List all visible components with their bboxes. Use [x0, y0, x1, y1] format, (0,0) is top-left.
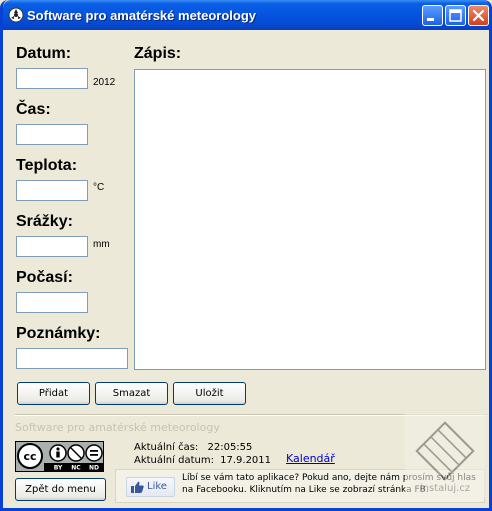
cas-label: Čas: [16, 101, 51, 118]
current-time-row: Aktuální čas: 22:05:55 [134, 442, 252, 453]
instaluj-watermark-icon: instaluj.cz [405, 413, 485, 497]
teplota-input[interactable] [16, 180, 88, 201]
teplota-label: Teplota: [16, 157, 78, 174]
current-time-value: 22:05:55 [207, 442, 253, 453]
app-window: Software pro amatérské meteorology Datum… [0, 0, 492, 511]
cc-license-icon: cc BY NC ND [16, 442, 103, 472]
calendar-link[interactable]: Kalendář [286, 452, 335, 465]
poznamky-input[interactable] [16, 348, 128, 369]
pridat-button[interactable]: Přidat [17, 382, 90, 405]
window-title: Software pro amatérské meteorology [27, 8, 257, 23]
datum-input[interactable] [16, 68, 88, 89]
ulozit-button[interactable]: Uložit [173, 382, 246, 405]
minimize-icon [427, 18, 434, 21]
srazky-label: Srážky: [16, 213, 73, 230]
close-icon [472, 9, 485, 22]
title-bar[interactable]: Software pro amatérské meteorology [3, 0, 489, 30]
pocasi-input[interactable] [16, 292, 88, 313]
facebook-like-button[interactable]: Like [126, 477, 175, 497]
zapis-textarea[interactable] [134, 69, 486, 370]
srazky-input[interactable] [16, 236, 88, 257]
watermark-text: instaluj.cz [420, 483, 470, 494]
weather-app-icon [8, 7, 24, 23]
creative-commons-license-logo[interactable]: cc BY NC ND [15, 441, 104, 472]
back-to-menu-button[interactable]: Zpět do menu [15, 478, 106, 501]
current-date-row: Aktuální datum: 17.9.2011 [134, 455, 271, 466]
cc-badge-by: BY [54, 465, 63, 472]
maximize-icon [449, 9, 462, 22]
minimize-button[interactable] [422, 5, 443, 26]
thumbs-up-icon [131, 481, 144, 493]
cc-main-mark: cc [23, 450, 36, 463]
current-date-value: 17.9.2011 [220, 455, 272, 466]
close-button[interactable] [468, 5, 489, 26]
current-time-label: Aktuální čas: [134, 442, 199, 453]
cas-input[interactable] [16, 124, 88, 145]
smazat-button[interactable]: Smazat [95, 382, 168, 405]
poznamky-label: Poznámky: [16, 325, 101, 342]
zapis-label: Zápis: [134, 45, 182, 62]
current-date-label: Aktuální datum: [134, 455, 214, 466]
maximize-button[interactable] [445, 5, 466, 26]
cc-badge-nd: ND [89, 465, 99, 472]
datum-label: Datum: [16, 45, 72, 62]
footer-app-name: Software pro amatérské meteorology [15, 421, 220, 434]
srazky-unit: mm [93, 239, 110, 250]
datum-year-label: 2012 [93, 77, 116, 88]
facebook-like-label: Like [147, 481, 167, 492]
pocasi-label: Počasí: [16, 269, 73, 286]
teplota-unit: °C [93, 182, 105, 193]
cc-badge-nc: NC [71, 465, 81, 472]
